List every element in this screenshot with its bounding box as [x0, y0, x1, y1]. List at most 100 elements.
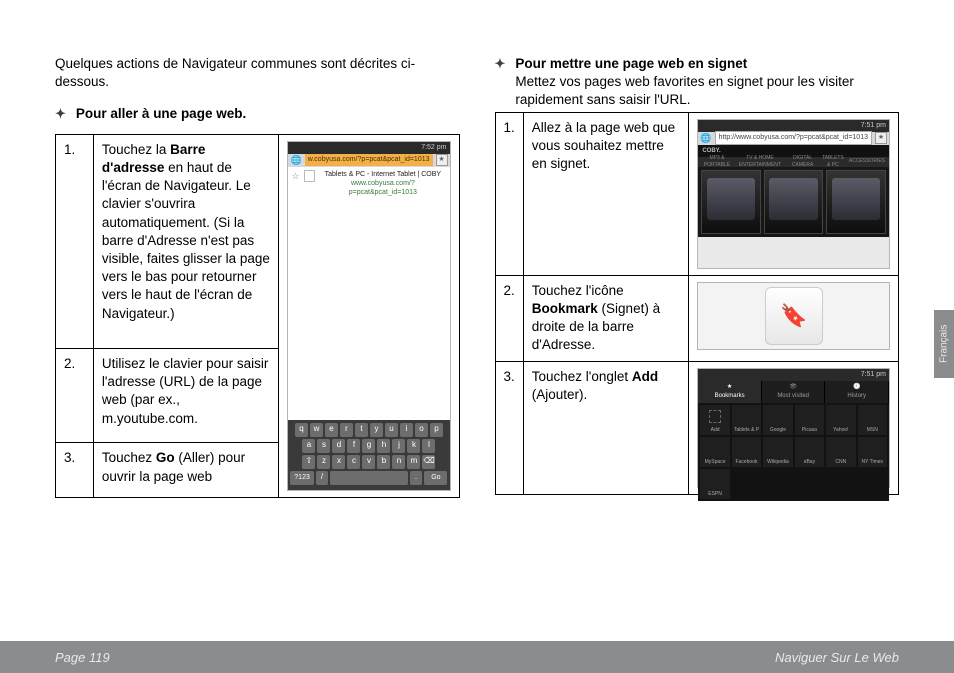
- step-number: 3.: [56, 443, 94, 497]
- step-number: 1.: [495, 112, 523, 275]
- key-g[interactable]: g: [362, 439, 375, 453]
- onscreen-keyboard[interactable]: qwertyuiop asdfghjkl ⇧zxcvbnm⌫ ?123 / . …: [288, 420, 449, 490]
- key-space[interactable]: [330, 471, 407, 485]
- coby-website-screenshot: 7:51 pm 🌐 http://www.cobyusa.com/?p=pcat…: [697, 119, 890, 269]
- diamond-icon: ✦: [55, 105, 66, 123]
- key-w[interactable]: w: [310, 423, 323, 437]
- key-p[interactable]: p: [430, 423, 443, 437]
- key-⇧[interactable]: ⇧: [302, 455, 315, 469]
- globe-icon: 🌐: [290, 154, 301, 166]
- key-b[interactable]: b: [377, 455, 390, 469]
- tab-history[interactable]: 🕘History: [825, 381, 889, 403]
- intro-text: Quelques actions de Navigateur communes …: [55, 55, 460, 91]
- key-s[interactable]: s: [317, 439, 330, 453]
- key-q[interactable]: q: [295, 423, 308, 437]
- key-c[interactable]: c: [347, 455, 360, 469]
- nav-item[interactable]: DIGITAL CAMERA: [788, 155, 817, 169]
- left-column: Quelques actions de Navigateur communes …: [55, 55, 460, 510]
- android-status-bar: 7:51 pm: [698, 369, 889, 381]
- star-icon: ☆: [291, 170, 299, 197]
- suggestion-url: www.cobyusa.com/?p=pcat&pcat_id=1013: [319, 179, 446, 197]
- tab-most-visited[interactable]: 👁Most visited: [762, 381, 826, 403]
- screenshot-cell: 7:51 pm 🌐 http://www.cobyusa.com/?p=pcat…: [689, 112, 899, 275]
- product-tile: [826, 170, 886, 234]
- key-e[interactable]: e: [325, 423, 338, 437]
- status-time: 7:52 pm: [421, 142, 446, 154]
- bookmark-tile[interactable]: Add: [700, 405, 729, 435]
- address-bar[interactable]: 🌐 w.cobyusa.com/?p=pcat&pcat_id=1013 ★: [288, 154, 449, 167]
- key-row-2: asdfghjkl: [290, 439, 447, 453]
- left-heading-text: Pour aller à une page web.: [76, 105, 246, 123]
- nav-item[interactable]: MP3 & PORTABLE: [702, 155, 731, 169]
- nav-item[interactable]: TABLETS & PC: [821, 155, 845, 169]
- left-table: 1. Touchez la Barre d'adresse en haut de…: [55, 134, 460, 498]
- nav-item[interactable]: TV & HOME ENTERTAINMENT: [736, 155, 785, 169]
- key-t[interactable]: t: [355, 423, 368, 437]
- bookmark-icon[interactable]: 🔖: [765, 287, 823, 345]
- bookmark-tile[interactable]: Yahoo!: [826, 405, 855, 435]
- bookmark-tile[interactable]: Picasa: [795, 405, 824, 435]
- bookmark-tile[interactable]: CNN: [826, 437, 855, 467]
- step-text: Utilisez le clavier pour saisir l'adress…: [93, 349, 279, 443]
- bookmark-tile[interactable]: MSN: [858, 405, 887, 435]
- right-heading-text: Pour mettre une page web en signet: [515, 56, 747, 71]
- key-y[interactable]: y: [370, 423, 383, 437]
- globe-icon: 🌐: [700, 132, 711, 144]
- product-tile: [701, 170, 761, 234]
- key-symbols[interactable]: ?123: [290, 471, 313, 485]
- step-text: Touchez la Barre d'adresse en haut de l'…: [93, 134, 279, 348]
- key-x[interactable]: x: [332, 455, 345, 469]
- product-tile: [764, 170, 824, 234]
- step-number: 3.: [495, 361, 523, 494]
- bookmark-grid: AddTablets & PGooglePicasaYahoo!MSN MySpa…: [698, 403, 889, 501]
- key-dot[interactable]: .: [410, 471, 423, 485]
- key-h[interactable]: h: [377, 439, 390, 453]
- bookmark-tile[interactable]: Wikipedia: [763, 437, 792, 467]
- tab-bookmarks[interactable]: ★Bookmarks: [698, 381, 762, 403]
- bookmark-tile[interactable]: eBay: [795, 437, 824, 467]
- key-v[interactable]: v: [362, 455, 375, 469]
- key-m[interactable]: m: [407, 455, 420, 469]
- diamond-icon: ✦: [495, 55, 506, 73]
- suggestion-row[interactable]: ☆ Tablets & PC - Internet Tablet | COBY …: [288, 167, 449, 200]
- bookmark-tile[interactable]: NY Times: [858, 437, 887, 467]
- bookmark-tile[interactable]: Google: [763, 405, 792, 435]
- brand-logo: COBY.: [702, 147, 720, 155]
- key-slash[interactable]: /: [316, 471, 329, 485]
- right-table: 1. Allez à la page web que vous souhaite…: [495, 112, 900, 495]
- key-j[interactable]: j: [392, 439, 405, 453]
- nav-item[interactable]: ACCESSORIES: [849, 158, 885, 165]
- bookmark-icon[interactable]: ★: [436, 154, 448, 166]
- key-r[interactable]: r: [340, 423, 353, 437]
- key-o[interactable]: o: [415, 423, 428, 437]
- key-n[interactable]: n: [392, 455, 405, 469]
- left-heading: ✦ Pour aller à une page web.: [55, 105, 460, 123]
- browser-screenshot: 7:52 pm 🌐 w.cobyusa.com/?p=pcat&pcat_id=…: [287, 141, 450, 491]
- key-go[interactable]: Go: [424, 471, 447, 485]
- key-f[interactable]: f: [347, 439, 360, 453]
- bookmark-icon[interactable]: ★: [875, 132, 887, 144]
- bookmark-tile[interactable]: Facebook: [732, 437, 761, 467]
- key-u[interactable]: u: [385, 423, 398, 437]
- key-l[interactable]: l: [422, 439, 435, 453]
- page-footer: Page 119 Naviguer Sur Le Web: [0, 641, 954, 673]
- language-tab: Français: [934, 310, 954, 378]
- key-row-3: ⇧zxcvbnm⌫: [290, 455, 447, 469]
- key-i[interactable]: i: [400, 423, 413, 437]
- step-text: Touchez l'icône Bookmark (Signet) à droi…: [523, 275, 689, 361]
- key-d[interactable]: d: [332, 439, 345, 453]
- status-time: 7:51 pm: [861, 369, 886, 381]
- bookmark-tile[interactable]: Tablets & P: [732, 405, 761, 435]
- suggestion-title: Tablets & PC - Internet Tablet | COBY: [319, 170, 446, 179]
- bookmark-tile[interactable]: ESPN: [700, 469, 729, 499]
- address-bar[interactable]: 🌐 http://www.cobyusa.com/?p=pcat&pcat_id…: [698, 132, 889, 145]
- key-z[interactable]: z: [317, 455, 330, 469]
- key-a[interactable]: a: [302, 439, 315, 453]
- step-number: 1.: [56, 134, 94, 348]
- bookmark-tile[interactable]: MySpace: [700, 437, 729, 467]
- url-input[interactable]: http://www.cobyusa.com/?p=pcat&pcat_id=1…: [715, 131, 872, 144]
- key-⌫[interactable]: ⌫: [422, 455, 435, 469]
- key-row-1: qwertyuiop: [290, 423, 447, 437]
- key-k[interactable]: k: [407, 439, 420, 453]
- url-input[interactable]: w.cobyusa.com/?p=pcat&pcat_id=1013: [305, 154, 433, 165]
